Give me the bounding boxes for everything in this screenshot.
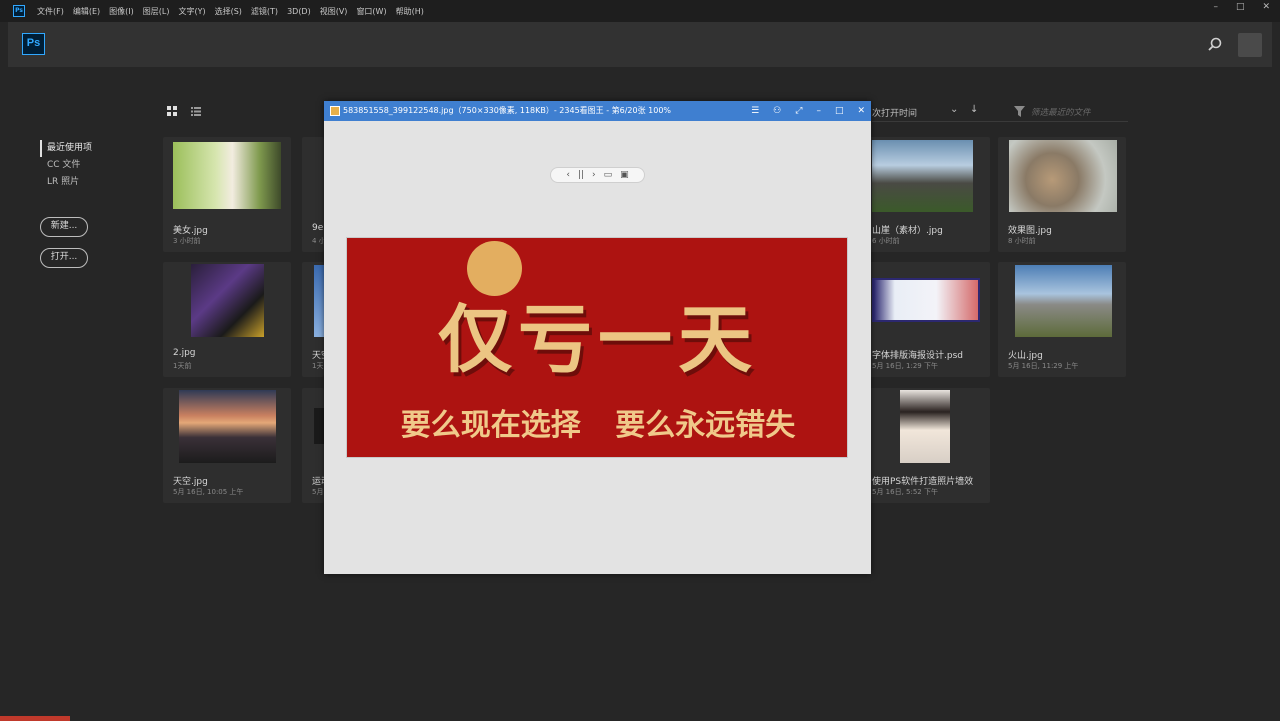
file-card[interactable]: 9e 4 小 <box>302 137 326 252</box>
file-time: 5月 16日, 11:29 上午 <box>1008 362 1079 370</box>
file-time: 5月 16日, 1:29 下午 <box>872 362 938 370</box>
file-time: 8 小时前 <box>1008 237 1036 245</box>
menu-file[interactable]: 文件(F) <box>37 6 64 17</box>
viewer-fullscreen-icon[interactable]: ⤢ <box>795 101 802 121</box>
left-nav: 最近使用项 CC 文件 LR 照片 新建... 打开... <box>40 140 92 268</box>
file-time: 3 小时前 <box>173 237 201 245</box>
file-name: 效果图.jpg <box>1008 226 1052 236</box>
file-time: 5月 16日, 10:05 上午 <box>173 488 244 496</box>
menu-type[interactable]: 文字(Y) <box>178 6 205 17</box>
viewer-title-bar[interactable]: 583851558_399122548.jpg（750×330像素, 118KB… <box>324 101 871 121</box>
menu-bar: Ps 文件(F) 编辑(E) 图像(I) 图层(L) 文字(Y) 选择(S) 滤… <box>0 0 1280 22</box>
nav-lr-photos[interactable]: LR 照片 <box>40 174 92 191</box>
file-card[interactable]: 字体排版海报设计.psd 5月 16日, 1:29 下午 <box>862 262 990 377</box>
maximize-button[interactable]: □ <box>1236 2 1245 12</box>
file-card[interactable]: 天空.jpg 5月 16日, 10:05 上午 <box>163 388 291 503</box>
filter-icon <box>1014 106 1025 117</box>
file-card[interactable]: 山崖（素材）.jpg 6 小时前 <box>862 137 990 252</box>
photoshop-home: Ps 文件(F) 编辑(E) 图像(I) 图层(L) 文字(Y) 选择(S) 滤… <box>0 0 1280 721</box>
file-name: 火山.jpg <box>1008 351 1043 361</box>
banner-subtitle: 要么现在选择 要么永远错失 <box>400 408 796 443</box>
user-avatar[interactable] <box>1238 33 1262 57</box>
file-thumbnail <box>872 278 980 322</box>
menu-layer[interactable]: 图层(L) <box>143 6 170 17</box>
file-name: 字体排版海报设计.psd <box>872 351 963 361</box>
viewer-skin-icon[interactable]: ⚇ <box>773 101 781 121</box>
next-icon[interactable]: › <box>592 170 596 180</box>
nav-cc-files[interactable]: CC 文件 <box>40 157 92 174</box>
view-toggle <box>167 106 201 116</box>
file-time: 5月 <box>312 488 324 496</box>
open-button[interactable]: 打开... <box>40 248 88 268</box>
sort-label[interactable]: 次打开时间 <box>872 106 917 119</box>
menu-filter[interactable]: 滤镜(T) <box>251 6 278 17</box>
file-time: 1天前 <box>173 362 192 370</box>
close-button[interactable]: ✕ <box>1262 2 1270 12</box>
file-name: 山崖（素材）.jpg <box>872 226 943 236</box>
file-thumbnail <box>1009 140 1117 212</box>
viewer-close-button[interactable]: ✕ <box>857 101 865 121</box>
list-view-icon[interactable] <box>191 106 201 116</box>
ps-logo[interactable]: Ps <box>22 33 45 55</box>
filter-input[interactable]: 筛选最近的文件 <box>1031 106 1091 118</box>
viewer-maximize-button[interactable]: □ <box>835 101 844 121</box>
file-thumbnail <box>173 142 281 209</box>
nav-recent[interactable]: 最近使用项 <box>40 140 92 157</box>
menu-image[interactable]: 图像(I) <box>109 6 134 17</box>
viewer-app-icon <box>330 106 340 116</box>
file-time: 1天 <box>312 362 324 370</box>
banner-headline: 仅亏一天 <box>438 297 758 383</box>
viewer-toolbar: ‹ || › ▭ ▣ <box>550 167 645 183</box>
viewer-minimize-button[interactable]: – <box>816 101 821 121</box>
prev-icon[interactable]: ‹ <box>566 170 570 180</box>
file-card[interactable]: 效果图.jpg 8 小时前 <box>998 137 1126 252</box>
menu-help[interactable]: 帮助(H) <box>396 6 424 17</box>
file-thumbnail <box>1015 265 1112 337</box>
file-name: 使用PS软件打造照片墙效 <box>872 477 974 487</box>
file-thumbnail <box>191 264 264 337</box>
file-thumbnail <box>872 140 973 212</box>
actual-size-icon[interactable]: ▭ <box>604 170 613 180</box>
chevron-down-icon[interactable]: ⌄ <box>950 104 958 115</box>
viewer-window-controls: ☰ ⚇ ⤢ – □ ✕ <box>751 101 865 121</box>
grid-view-icon[interactable] <box>167 106 177 116</box>
menu-window[interactable]: 窗口(W) <box>356 6 386 17</box>
new-button[interactable]: 新建... <box>40 217 88 237</box>
file-card[interactable]: 火山.jpg 5月 16日, 11:29 上午 <box>998 262 1126 377</box>
banner-image: 仅亏一天 要么现在选择 要么永远错失 <box>346 237 848 458</box>
viewer-menu-icon[interactable]: ☰ <box>751 101 759 121</box>
file-name: 9e <box>312 223 324 233</box>
file-card[interactable]: 天空 1天 <box>302 262 330 377</box>
search-icon[interactable] <box>1208 37 1222 51</box>
file-time: 5月 16日, 5:52 下午 <box>872 488 938 496</box>
file-card[interactable]: 2.jpg 1天前 <box>163 262 291 377</box>
file-name: 美女.jpg <box>173 226 208 236</box>
window-controls: – □ ✕ <box>1213 2 1270 12</box>
viewer-title: 583851558_399122548.jpg（750×330像素, 118KB… <box>343 106 672 115</box>
file-card[interactable]: 使用PS软件打造照片墙效 5月 16日, 5:52 下午 <box>862 388 990 503</box>
sort-bar: 次打开时间 ⌄ ↓ 筛选最近的文件 <box>872 104 1128 122</box>
file-card[interactable]: 运动 5月 <box>302 388 330 503</box>
menu-select[interactable]: 选择(S) <box>215 6 242 17</box>
app-header: Ps <box>8 22 1272 67</box>
file-thumbnail <box>900 390 950 463</box>
ps-app-icon: Ps <box>13 5 25 17</box>
file-time: 6 小时前 <box>872 237 900 245</box>
file-name: 天空.jpg <box>173 477 208 487</box>
file-thumbnail <box>314 408 324 444</box>
file-thumbnail <box>179 390 276 463</box>
save-icon[interactable]: ▣ <box>620 170 629 180</box>
file-card[interactable]: 美女.jpg 3 小时前 <box>163 137 291 252</box>
image-viewer-window: 583851558_399122548.jpg（750×330像素, 118KB… <box>324 101 871 574</box>
minimize-button[interactable]: – <box>1213 2 1218 12</box>
menu-view[interactable]: 视图(V) <box>320 6 348 17</box>
menu-3d[interactable]: 3D(D) <box>287 7 311 16</box>
pause-icon[interactable]: || <box>578 170 584 180</box>
file-name: 2.jpg <box>173 348 196 358</box>
taskbar-indicator <box>0 716 70 721</box>
file-thumbnail <box>314 265 324 337</box>
menu-edit[interactable]: 编辑(E) <box>73 6 100 17</box>
sort-arrow-icon[interactable]: ↓ <box>970 104 978 115</box>
